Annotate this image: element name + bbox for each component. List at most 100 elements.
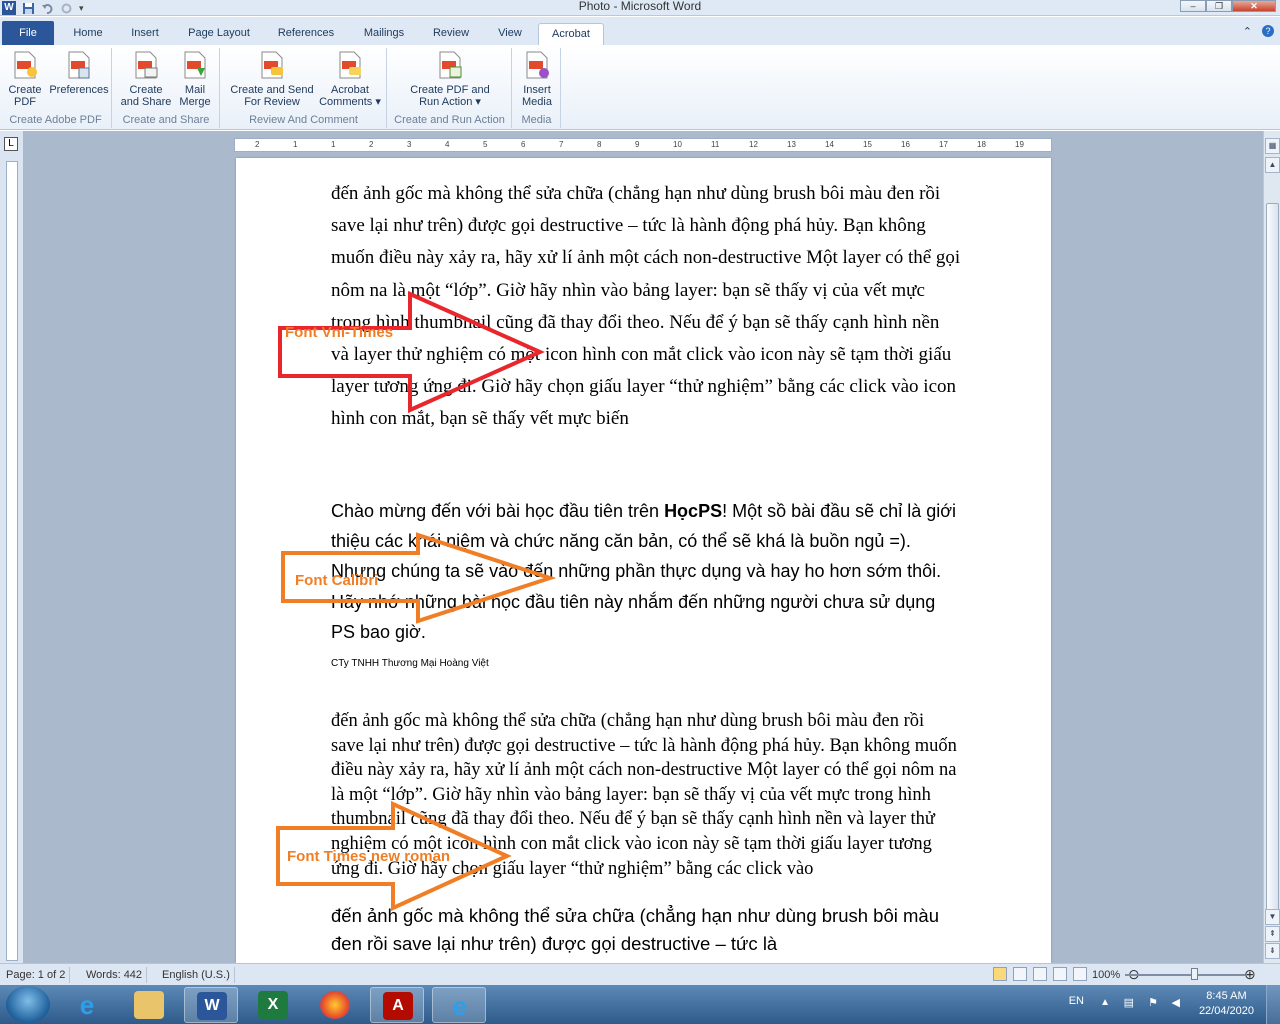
group-label: Create and Run Action [394, 114, 505, 126]
word-count[interactable]: Words: 442 [82, 967, 148, 983]
excel-icon: X [258, 991, 288, 1019]
internet-explorer-icon: e [452, 991, 468, 1021]
ruler-tick-label: 18 [977, 140, 986, 149]
tab-review[interactable]: Review [428, 23, 474, 45]
ruler-tick-label: 1 [293, 140, 298, 149]
tab-view[interactable]: View [490, 23, 530, 45]
group-review-and-comment: Create and Send For Review Acrobat Comme… [221, 48, 387, 128]
tab-insert[interactable]: Insert [124, 23, 166, 45]
ribbon: Create PDF Preferences Create Adobe PDF … [0, 45, 1280, 130]
arrow-label-vni-times: Font Vni-Times [285, 324, 394, 341]
hocps-bold-text: HọcPS [664, 501, 723, 521]
taskbar-acrobat[interactable]: A [370, 987, 424, 1023]
ruler-tick-label: 13 [787, 140, 796, 149]
taskbar-file-explorer[interactable] [122, 987, 176, 1023]
arrow-label-calibri: Font Calibri [295, 572, 379, 589]
page-count[interactable]: Page: 1 of 2 [2, 967, 71, 983]
previous-page-icon[interactable]: ⇞ [1265, 926, 1280, 942]
draft-view-icon[interactable] [1073, 967, 1087, 981]
language-indicator[interactable]: English (U.S.) [158, 967, 235, 983]
tab-file[interactable]: File [2, 21, 54, 45]
windows-taskbar: e W X A e EN ▲ ▤ ⚑ ◀ 8:45 AM 22/04/2020 [0, 985, 1280, 1024]
ruler-tick-label: 9 [635, 140, 640, 149]
tab-page-layout[interactable]: Page Layout [182, 23, 256, 45]
insert-media-button[interactable]: Insert Media [507, 50, 567, 108]
internet-explorer-icon: e [79, 990, 95, 1020]
company-name-line[interactable]: CTy TNHH Thương Mại Hoàng Việt [331, 658, 961, 669]
ribbon-tabs: File Home Insert Page Layout References … [0, 17, 1280, 45]
taskbar-internet-explorer[interactable]: e [60, 987, 114, 1023]
language-bar[interactable]: EN [1069, 995, 1084, 1007]
preferences-button[interactable]: Preferences [46, 50, 112, 96]
group-label: Media [521, 114, 552, 126]
preferences-icon [68, 51, 90, 79]
taskbar-excel[interactable]: X [246, 987, 300, 1023]
mail-merge-button[interactable]: Mail Merge [169, 50, 221, 108]
tab-selector[interactable]: L [4, 137, 18, 151]
action-center-icon[interactable]: ⚑ [1148, 996, 1158, 1009]
show-desktop-button[interactable] [1266, 985, 1280, 1024]
start-button[interactable] [6, 986, 50, 1023]
horizontal-ruler[interactable]: 2 1 1 2 3 4 5 6 7 8 9 10 11 12 13 14 15 16 17 18 19 [234, 138, 1052, 152]
vertical-ruler: L [0, 131, 24, 963]
ruler-tick-label: 2 [369, 140, 374, 149]
taskbar-word[interactable]: W [184, 987, 238, 1023]
title-bar: W ▾ Photo - Microsoft Word – ❐ ✕ [0, 0, 1280, 16]
group-media: Insert Media Media [513, 48, 561, 128]
create-and-send-for-review-button[interactable]: Create and Send For Review [227, 50, 317, 108]
scroll-down-icon[interactable]: ▼ [1265, 909, 1280, 925]
send-for-review-icon [261, 51, 283, 79]
network-icon[interactable]: ▤ [1124, 996, 1134, 1009]
scroll-thumb[interactable] [1266, 203, 1279, 913]
print-layout-icon[interactable] [993, 967, 1007, 981]
ruler-tick-label: 16 [901, 140, 910, 149]
ruler-tick-label: 1 [331, 140, 336, 149]
zoom-slider-thumb[interactable] [1191, 968, 1198, 980]
scroll-up-icon[interactable]: ▲ [1265, 157, 1280, 173]
ruler-tick-label: 17 [939, 140, 948, 149]
taskbar-internet-explorer-2[interactable]: e [432, 987, 486, 1023]
close-button[interactable]: ✕ [1232, 0, 1276, 12]
system-clock[interactable]: 8:45 AM 22/04/2020 [1199, 989, 1254, 1019]
outline-view-icon[interactable] [1053, 967, 1067, 981]
collapse-ribbon-icon[interactable]: ⌃ [1243, 25, 1252, 38]
ruler-tick-label: 5 [483, 140, 488, 149]
ruler-tick-label: 12 [749, 140, 758, 149]
vertical-scrollbar[interactable]: ▦ ▲ ▼ ⇞ ⇟ [1263, 131, 1280, 963]
create-pdf-and-run-action-button[interactable]: Create PDF and Run Action ▾ [400, 50, 500, 108]
ruler-toggle-icon[interactable]: ▦ [1265, 138, 1280, 154]
acrobat-comments-icon [339, 51, 361, 79]
help-icon[interactable]: ? [1262, 25, 1274, 37]
zoom-in-icon[interactable]: ⊕ [1244, 966, 1256, 983]
web-layout-icon[interactable] [1033, 967, 1047, 981]
taskbar-firefox[interactable] [308, 987, 362, 1023]
minimize-button[interactable]: – [1180, 0, 1206, 12]
acrobat-comments-button[interactable]: Acrobat Comments ▾ [317, 50, 383, 108]
zoom-slider-track[interactable] [1125, 974, 1245, 976]
arrow-label-times-new-roman: Font Times new roman [287, 848, 451, 865]
word-icon: W [197, 992, 227, 1020]
tab-mailings[interactable]: Mailings [356, 23, 412, 45]
create-and-share-button[interactable]: Create and Share [115, 50, 177, 108]
restore-button[interactable]: ❐ [1206, 0, 1232, 12]
group-label: Create Adobe PDF [9, 114, 102, 126]
group-create-and-run-action: Create PDF and Run Action ▾ Create and R… [388, 48, 512, 128]
zoom-level[interactable]: 100% [1092, 967, 1120, 983]
tab-acrobat[interactable]: Acrobat [538, 23, 604, 45]
group-label: Create and Share [122, 114, 210, 126]
next-page-icon[interactable]: ⇟ [1265, 943, 1280, 959]
vertical-ruler-strip [6, 161, 18, 961]
folder-icon [134, 991, 164, 1019]
tab-references[interactable]: References [272, 23, 340, 45]
red-arrow-shape[interactable] [276, 290, 546, 414]
tab-home[interactable]: Home [68, 23, 108, 45]
document-page[interactable]: đến ảnh gốc mà không thể sửa chữa (chẳng… [236, 158, 1051, 963]
show-hidden-icons-icon[interactable]: ▲ [1100, 997, 1110, 1008]
full-screen-reading-icon[interactable] [1013, 967, 1027, 981]
ruler-tick-label: 11 [711, 140, 720, 149]
volume-icon[interactable]: ◀ [1172, 996, 1180, 1009]
mail-merge-icon [184, 51, 206, 79]
ruler-tick-label: 3 [407, 140, 412, 149]
ruler-tick-label: 14 [825, 140, 834, 149]
insert-media-icon [526, 51, 549, 79]
